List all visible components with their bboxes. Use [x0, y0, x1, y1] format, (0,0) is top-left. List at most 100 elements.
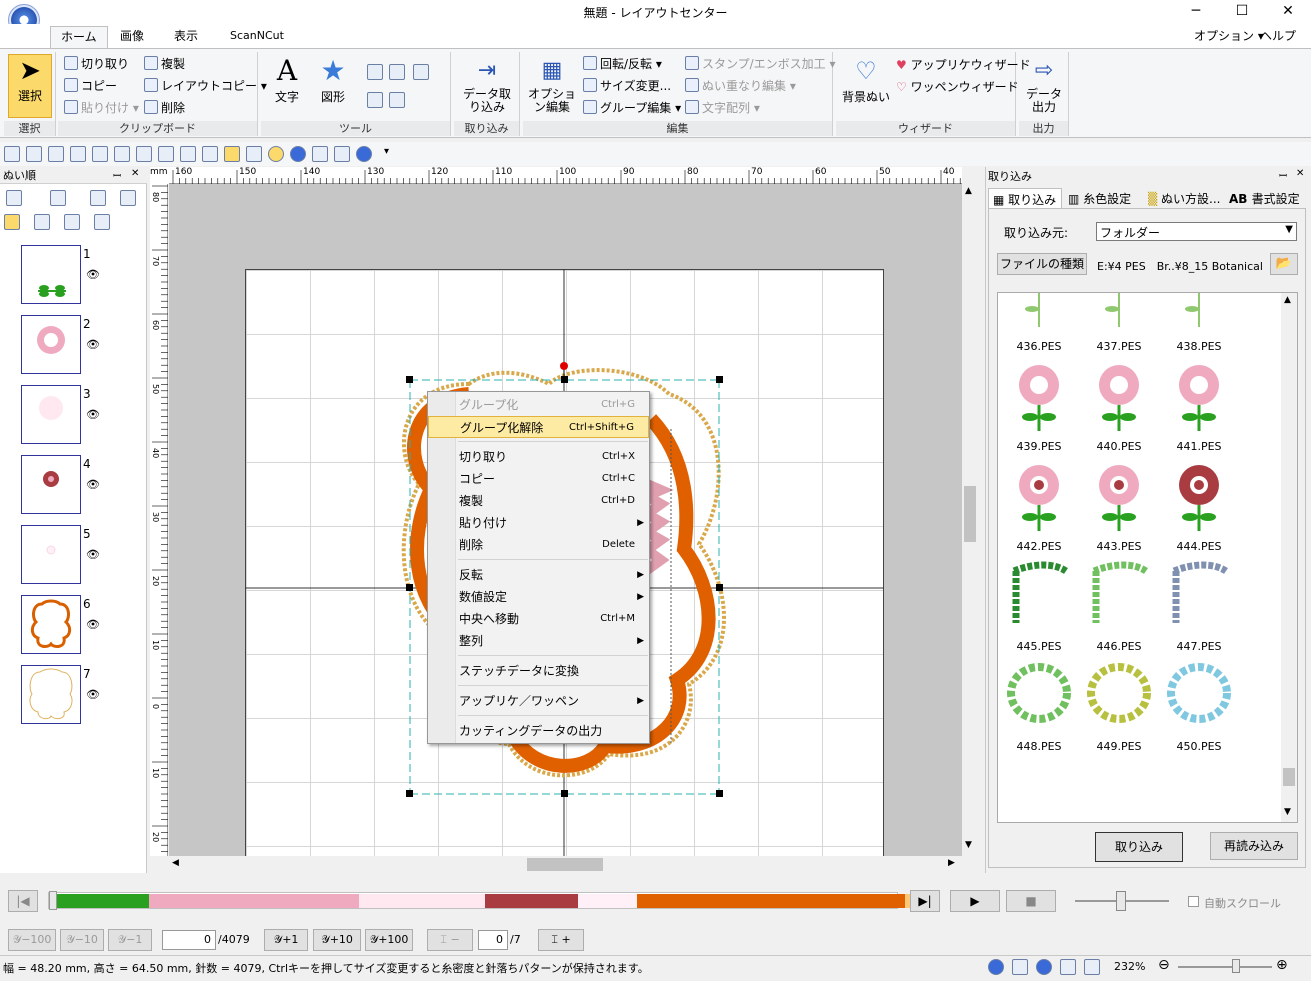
skip-start-icon[interactable]: |◀ [8, 890, 38, 912]
color-order-icon[interactable] [90, 190, 106, 206]
tab-import[interactable]: ▦ 取り込み [988, 188, 1062, 208]
new-file-icon[interactable] [4, 146, 20, 162]
tab-thread-color[interactable]: ▥ 糸色設定 [1068, 190, 1131, 207]
reload-button[interactable]: 再読み込み [1210, 832, 1298, 860]
globe-icon[interactable] [356, 146, 372, 162]
context-menu-item[interactable]: 中央へ移動 Ctrl+M [428, 608, 649, 630]
color-number-input[interactable]: 0 [478, 930, 508, 950]
play-icon[interactable]: ▶ [950, 890, 1000, 912]
context-menu-item[interactable]: カッティングデータの出力 [428, 720, 649, 742]
eye-icon[interactable]: 👁 [86, 338, 100, 351]
sew-item-thumb[interactable] [21, 525, 81, 584]
size-change-button[interactable]: サイズ変更... [583, 77, 671, 94]
file-thumbnail[interactable]: 442.PES [1004, 453, 1074, 553]
scroll-down-icon[interactable]: ▼ [1284, 807, 1291, 817]
sew-item-thumb[interactable] [21, 385, 81, 444]
measure-icon[interactable] [389, 92, 405, 108]
stop-icon[interactable]: ■ [1006, 890, 1056, 912]
maximize-button[interactable]: ☐ [1219, 0, 1265, 24]
data-output-button[interactable]: ⇨ データ出力 [1021, 54, 1067, 114]
speed-slider-thumb[interactable] [1116, 891, 1126, 911]
step-minus-1-button[interactable]: 𝒴−1 [108, 929, 152, 951]
step-minus-100-button[interactable]: 𝒴−100 [8, 929, 56, 951]
scroll-up-icon[interactable]: ▲ [965, 186, 972, 196]
duplicate-button[interactable]: 複製 [144, 55, 185, 72]
select-tool-button[interactable]: ➤ 選択 [8, 54, 52, 118]
scroll-left-icon[interactable]: ◀ [172, 858, 179, 868]
help-icon[interactable] [202, 146, 218, 162]
file-type-button[interactable]: ファイルの種類 [997, 253, 1087, 275]
view-realistic-icon[interactable] [988, 959, 1004, 975]
tab-stitch-method[interactable]: ▒ ぬい方設... [1148, 190, 1221, 207]
group-icon[interactable] [50, 190, 66, 206]
file-list[interactable]: 436.PES 437.PES 438.PES 439.PES 440.PES 441.P… [997, 292, 1298, 823]
file-thumbnail[interactable]: 441.PES [1164, 353, 1234, 453]
redo-icon[interactable] [114, 146, 130, 162]
file-list-scrollbar[interactable]: ▲ ▼ [1281, 293, 1297, 822]
zoom-out-circle-icon[interactable]: ⊖ [1158, 957, 1170, 973]
file-thumbnail[interactable]: 436.PES [1004, 293, 1074, 353]
scroll-right-icon[interactable]: ▶ [948, 858, 955, 868]
rotate-flip-button[interactable]: 回転/反転 ▾ [583, 55, 662, 72]
background-sew-button[interactable]: ♡ 背景ぬい [838, 54, 894, 105]
stitch-number-input[interactable]: 0 [162, 930, 216, 950]
minimize-button[interactable]: ─ [1173, 0, 1219, 24]
shape-tool-button[interactable]: ★ 図形 [313, 54, 353, 105]
timeline-color-segment[interactable] [636, 894, 906, 908]
vertical-scrollbar[interactable]: ▲ ▼ [962, 184, 978, 856]
sew-item-thumb[interactable] [21, 665, 81, 724]
design-property-icon[interactable] [136, 146, 152, 162]
step-minus-10-button[interactable]: 𝒴−10 [60, 929, 104, 951]
tab-home[interactable]: ホーム [50, 26, 108, 48]
circle-view-icon[interactable] [268, 146, 284, 162]
pin-icon[interactable]: ꟷ [1279, 168, 1287, 182]
zoom-fit-icon[interactable] [413, 64, 429, 80]
panel-close-icon[interactable]: ✕ [1296, 168, 1304, 179]
tab-image[interactable]: 画像 [110, 26, 154, 48]
sew-item-thumb[interactable] [21, 245, 81, 304]
color-timeline-bar[interactable] [48, 891, 939, 910]
paste-button[interactable]: 貼り付け ▾ [64, 99, 139, 116]
context-menu-item[interactable]: ステッチデータに変換 [428, 660, 649, 682]
stitch-view-icon[interactable] [246, 146, 262, 162]
zoom-out-icon[interactable] [389, 64, 405, 80]
file-thumbnail[interactable]: 449.PES [1084, 653, 1154, 753]
timeline-color-segment[interactable] [359, 894, 486, 908]
file-thumbnail[interactable]: 437.PES [1084, 293, 1154, 353]
settings-icon[interactable] [334, 146, 350, 162]
view-page-icon[interactable] [1084, 959, 1100, 975]
customize-qat-icon[interactable]: ▾ [384, 146, 389, 157]
context-menu-item[interactable]: 削除 Delete [428, 534, 649, 556]
text-tool-button[interactable]: A 文字 [267, 54, 307, 105]
import-button[interactable]: 取り込み [1095, 832, 1183, 862]
vertical-scroll-thumb[interactable] [964, 486, 976, 542]
tab-scanncut[interactable]: ScanNCut [220, 26, 294, 48]
scroll-down-icon[interactable]: ▼ [965, 840, 972, 850]
horizontal-scrollbar[interactable]: ◀ ▶ [169, 856, 962, 873]
lock-icon[interactable] [34, 214, 50, 230]
context-menu-item[interactable]: アップリケ／ワッペン ▶ [428, 690, 649, 712]
overlap-edit-button[interactable]: ぬい重なり編集 ▾ [685, 77, 796, 94]
zoom-slider-thumb[interactable] [1232, 959, 1240, 973]
horizontal-scroll-thumb[interactable] [527, 858, 603, 871]
context-menu-item[interactable]: 整列 ▶ [428, 630, 649, 652]
step-plus-100-button[interactable]: 𝒴+100 [365, 929, 413, 951]
timeline-color-segment[interactable] [149, 894, 360, 908]
timeline-color-segment[interactable] [577, 894, 637, 908]
text-arrange-button[interactable]: 文字配列 ▾ [685, 99, 760, 116]
blue-circle-icon[interactable] [290, 146, 306, 162]
file-thumbnail[interactable]: 450.PES [1164, 653, 1234, 753]
realistic-view-icon[interactable] [224, 146, 240, 162]
step-plus-1-button[interactable]: 𝒴+1 [264, 929, 308, 951]
file-thumbnail[interactable]: 447.PES [1164, 553, 1234, 653]
source-select[interactable]: フォルダー ▼ [1096, 222, 1297, 241]
context-menu-item[interactable]: グループ化解除 Ctrl+Shift+G [428, 416, 649, 438]
visibility-eye-icon[interactable] [4, 214, 20, 230]
file-thumbnail[interactable]: 445.PES [1004, 553, 1074, 653]
context-menu-item[interactable]: 反転 ▶ [428, 564, 649, 586]
patch-wizard-button[interactable]: ♡ ワッペンウィザード [896, 78, 1019, 95]
context-menu-item[interactable]: 切り取り Ctrl+X [428, 446, 649, 468]
file-thumbnail[interactable]: 439.PES [1004, 353, 1074, 453]
file-thumbnail[interactable]: 440.PES [1084, 353, 1154, 453]
cut-button[interactable]: 切り取り [64, 55, 129, 72]
